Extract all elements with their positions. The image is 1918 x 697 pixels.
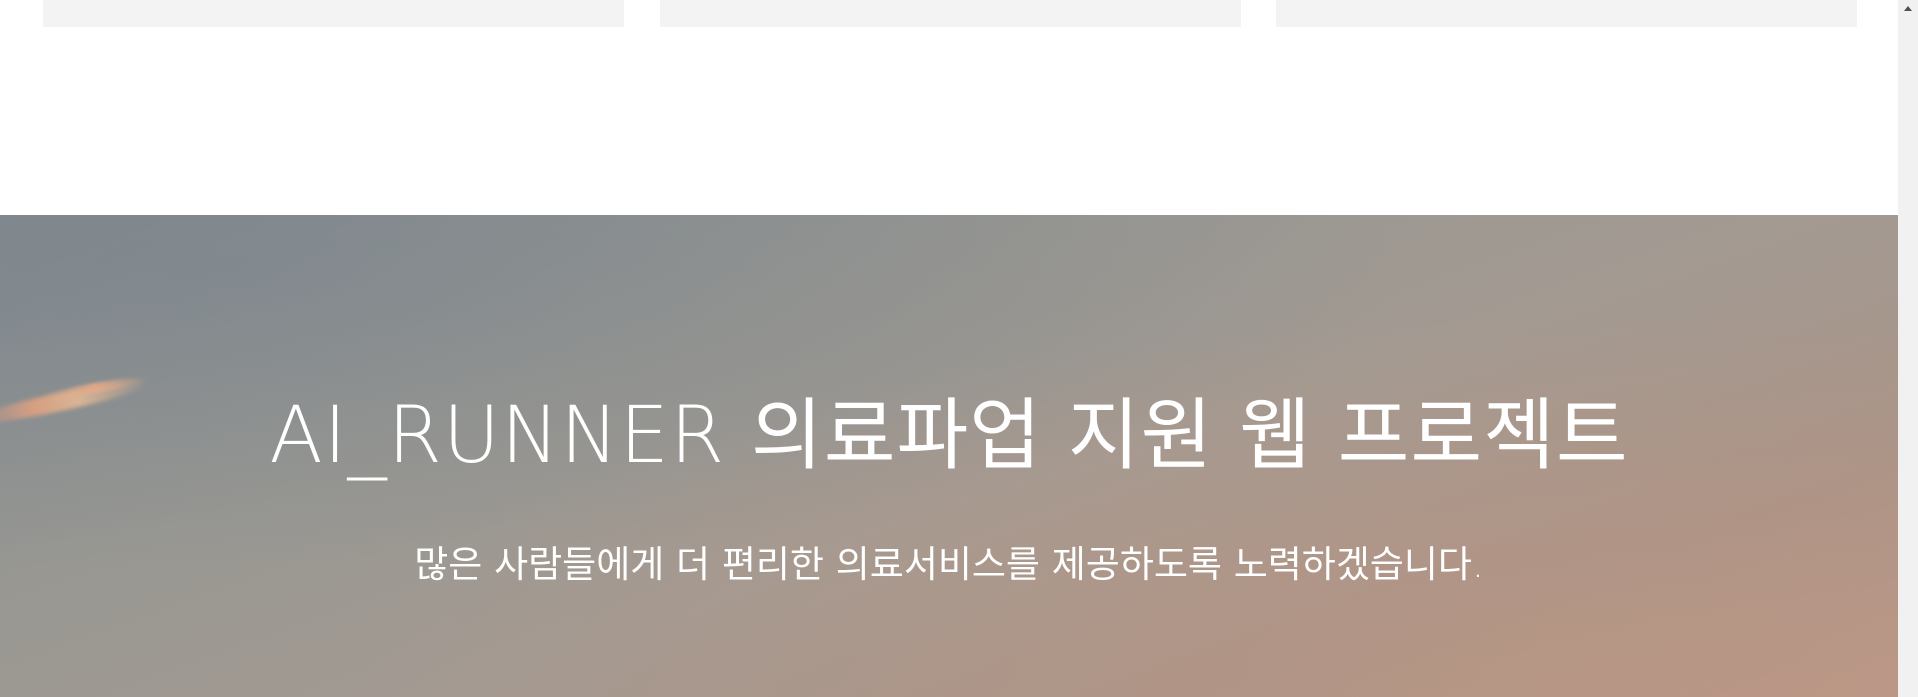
page-content: AI_RUNNER 의료파업 지원 웹 프로젝트 많은 사람들에게 더 편리한 … — [0, 0, 1898, 697]
vertical-scrollbar[interactable] — [1898, 0, 1918, 697]
hero-title: AI_RUNNER 의료파업 지원 웹 프로젝트 — [269, 391, 1629, 481]
card-2[interactable] — [660, 0, 1241, 27]
hero-banner: AI_RUNNER 의료파업 지원 웹 프로젝트 많은 사람들에게 더 편리한 … — [0, 215, 1898, 697]
page: AI_RUNNER 의료파업 지원 웹 프로젝트 많은 사람들에게 더 편리한 … — [0, 0, 1918, 697]
card-3[interactable] — [1276, 0, 1857, 27]
card-1[interactable] — [43, 0, 624, 27]
scroll-up-button[interactable] — [1898, 0, 1918, 17]
hero-subtitle: 많은 사람들에게 더 편리한 의료서비스를 제공하도록 노력하겠습니다. — [414, 543, 1484, 586]
scroll-up-arrow-icon — [1904, 6, 1912, 11]
